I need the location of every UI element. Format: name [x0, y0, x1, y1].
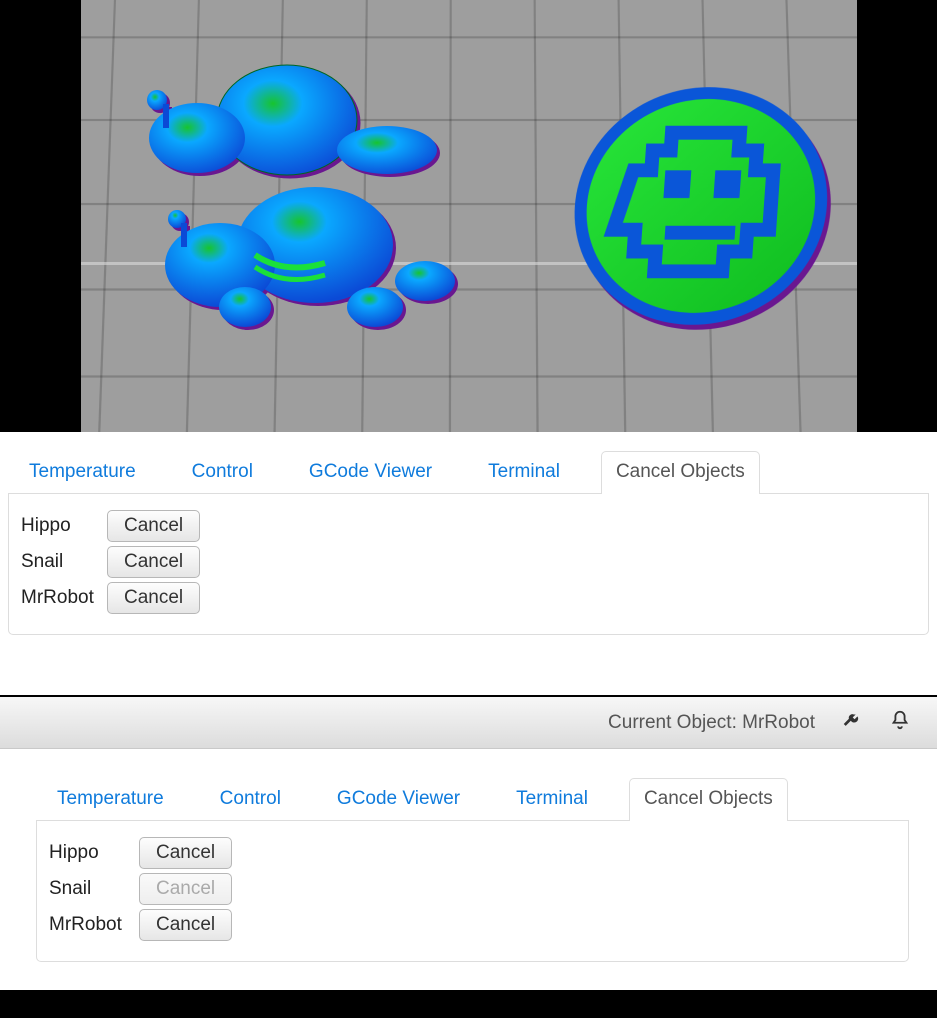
- tab-body: Hippo Cancel Snail Cancel MrRobot Cancel: [8, 494, 929, 635]
- tab-temperature[interactable]: Temperature: [14, 451, 151, 494]
- cancel-button-mrrobot[interactable]: Cancel: [139, 909, 232, 941]
- object-row: Hippo Cancel: [49, 837, 896, 869]
- cancel-button-hippo[interactable]: Cancel: [139, 837, 232, 869]
- object-name: Snail: [49, 878, 135, 900]
- cancel-button-hippo[interactable]: Cancel: [107, 510, 200, 542]
- object-row: MrRobot Cancel: [49, 909, 896, 941]
- cancel-button-mrrobot[interactable]: Cancel: [107, 582, 200, 614]
- object-row: Hippo Cancel: [21, 510, 916, 542]
- slicer-viewport: [0, 0, 937, 432]
- object-name: MrRobot: [21, 587, 103, 609]
- tab-gcode-viewer[interactable]: GCode Viewer: [322, 778, 475, 821]
- tab-strip: Temperature Control GCode Viewer Termina…: [36, 777, 909, 821]
- model-mrrobot: [562, 79, 839, 329]
- tab-terminal[interactable]: Terminal: [501, 778, 603, 821]
- build-plate: [81, 0, 857, 432]
- cancel-button-snail: Cancel: [139, 873, 232, 905]
- panel-body: Temperature Control GCode Viewer Termina…: [0, 749, 937, 970]
- cancel-objects-panel-2: Current Object: MrRobot Temperature Cont…: [0, 695, 937, 990]
- bell-icon[interactable]: [889, 709, 911, 737]
- tab-temperature[interactable]: Temperature: [42, 778, 179, 821]
- object-name: Snail: [21, 551, 103, 573]
- tab-control[interactable]: Control: [177, 451, 268, 494]
- tab-control[interactable]: Control: [205, 778, 296, 821]
- current-object-indicator: Current Object: MrRobot: [608, 712, 815, 734]
- cancel-objects-panel-1: Temperature Control GCode Viewer Termina…: [0, 432, 937, 651]
- model-snail: [117, 60, 447, 180]
- tab-strip: Temperature Control GCode Viewer Termina…: [8, 450, 929, 494]
- object-name: Hippo: [21, 515, 103, 537]
- object-name: MrRobot: [49, 914, 135, 936]
- object-row: Snail Cancel: [21, 546, 916, 578]
- wrench-icon[interactable]: [841, 709, 863, 737]
- object-row: MrRobot Cancel: [21, 582, 916, 614]
- object-name: Hippo: [49, 842, 135, 864]
- object-row: Snail Cancel: [49, 873, 896, 905]
- tab-cancel-objects[interactable]: Cancel Objects: [601, 451, 760, 494]
- cancel-button-snail[interactable]: Cancel: [107, 546, 200, 578]
- tab-gcode-viewer[interactable]: GCode Viewer: [294, 451, 447, 494]
- tab-body: Hippo Cancel Snail Cancel MrRobot Cancel: [36, 821, 909, 962]
- tab-terminal[interactable]: Terminal: [473, 451, 575, 494]
- navbar: Current Object: MrRobot: [0, 697, 937, 749]
- model-hippo: [125, 185, 465, 335]
- tab-cancel-objects[interactable]: Cancel Objects: [629, 778, 788, 821]
